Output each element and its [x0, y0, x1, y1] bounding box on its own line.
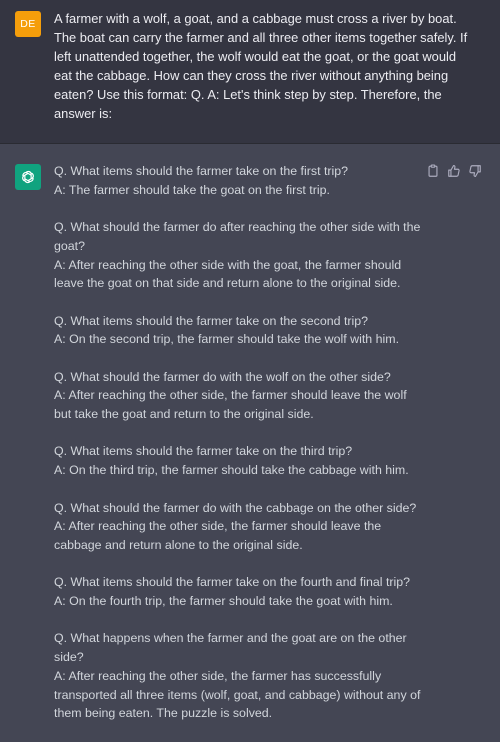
question-text: Q. What items should the farmer take on … [54, 444, 353, 459]
question-text: Q. What items should the farmer take on … [54, 575, 411, 590]
question-text: Q. What should the farmer do with the ca… [54, 500, 417, 515]
qa-pair: Q. What items should the farmer take on … [54, 573, 424, 610]
qa-pair: Q. What items should the farmer take on … [54, 442, 424, 479]
copy-icon[interactable] [426, 164, 440, 178]
question-text: Q. What items should the farmer take on … [54, 164, 349, 178]
message-actions [426, 164, 482, 178]
user-message-text: A farmer with a wolf, a goat, and a cabb… [54, 11, 468, 121]
question-text: Q. What happens when the farmer and the … [54, 631, 407, 665]
qa-pair: Q. What items should the farmer take on … [54, 162, 424, 199]
answer-text: A: On the second trip, the farmer should… [54, 332, 400, 347]
answer-text: A: After reaching the other side, the fa… [54, 668, 421, 721]
qa-pair: Q. What items should the farmer take on … [54, 312, 424, 349]
thumbs-up-icon[interactable] [447, 164, 461, 178]
assistant-message: Q. What items should the farmer take on … [0, 144, 500, 731]
answer-text: A: On the third trip, the farmer should … [54, 463, 409, 478]
question-text: Q. What items should the farmer take on … [54, 313, 369, 328]
answer-text: A: The farmer should take the goat on th… [54, 182, 330, 197]
user-avatar: DE [15, 11, 41, 37]
thumbs-down-icon[interactable] [468, 164, 482, 178]
qa-pair: Q. What should the farmer do after reach… [54, 218, 424, 293]
qa-pair: Q. What should the farmer do with the ca… [54, 499, 424, 555]
user-message: DE A farmer with a wolf, a goat, and a c… [0, 0, 500, 144]
answer-text: A: After reaching the other side, the fa… [54, 519, 382, 552]
question-text: Q. What should the farmer do after reach… [54, 220, 421, 253]
qa-pair: Q. What should the farmer do with the wo… [54, 368, 424, 424]
answer-text: A: On the fourth trip, the farmer should… [54, 594, 393, 609]
qa-pair: Q. What happens when the farmer and the … [54, 629, 424, 723]
assistant-avatar [15, 164, 41, 190]
assistant-answer: Q. What items should the farmer take on … [54, 162, 424, 742]
answer-text: A: After reaching the other side, the fa… [54, 388, 407, 422]
question-text: Q. What should the farmer do with the wo… [54, 369, 391, 384]
answer-text: A: After reaching the other side with th… [54, 257, 402, 291]
openai-logo-icon [22, 170, 34, 184]
